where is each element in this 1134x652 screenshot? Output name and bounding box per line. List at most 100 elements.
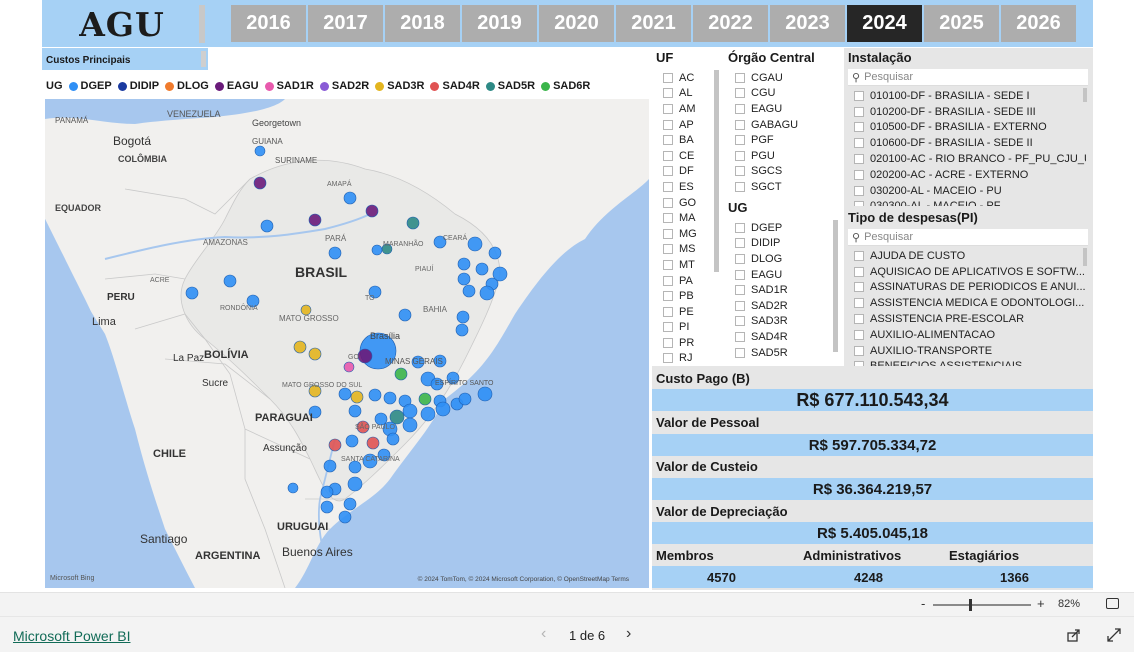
instalacao-scrollbar[interactable] [1083, 88, 1087, 102]
checkbox[interactable] [663, 259, 673, 270]
despesas-search[interactable]: ⚲ Pesquisar [848, 229, 1088, 246]
map-bubble[interactable] [338, 510, 352, 524]
map-bubble[interactable] [320, 500, 334, 514]
map-bubble[interactable] [383, 391, 397, 405]
checkbox[interactable] [663, 166, 673, 177]
checkbox[interactable] [663, 275, 673, 286]
despesas-option[interactable]: BENEFICIOS ASSISTENCIAIS [854, 359, 1086, 366]
legend-item-didip[interactable]: DIDIP [117, 80, 159, 92]
checkbox[interactable] [854, 298, 864, 309]
legend-item-dlog[interactable]: DLOG [165, 80, 209, 92]
checkbox[interactable] [735, 222, 745, 233]
checkbox[interactable] [854, 201, 864, 206]
instalacao-option[interactable]: 010600-DF - BRASILIA - SEDE II [854, 135, 1086, 151]
despesas-option[interactable]: AUXILIO-ALIMENTACAO [854, 327, 1086, 343]
ug-option[interactable]: SAD3R [735, 314, 788, 330]
year-button-2026[interactable]: 2026 [1001, 5, 1076, 42]
map-bubble[interactable] [462, 284, 476, 298]
map-bubble[interactable] [406, 216, 420, 230]
map-bubble[interactable] [308, 213, 322, 227]
ug-option[interactable]: SAD1R [735, 282, 788, 298]
checkbox[interactable] [735, 331, 745, 342]
instalacao-option[interactable]: 010100-DF - BRASILIA - SEDE I [854, 88, 1086, 104]
uf-option[interactable]: MS [663, 242, 697, 258]
year-button-2018[interactable]: 2018 [385, 5, 460, 42]
map-bubble[interactable] [455, 323, 469, 337]
map-bubble[interactable] [394, 367, 408, 381]
map-bubble[interactable] [343, 361, 355, 373]
map-bubble[interactable] [456, 310, 470, 324]
map-bubble[interactable] [343, 191, 357, 205]
map-bubble[interactable] [457, 272, 471, 286]
year-button-2020[interactable]: 2020 [539, 5, 614, 42]
ug-option[interactable]: SAD5R [735, 345, 788, 361]
map-canvas[interactable]: PANAMÁ VENEZUELA Georgetown GUIANA Bogotá COL… [45, 99, 649, 588]
legend-item-eagu[interactable]: EAGU [214, 80, 259, 92]
map-bubble[interactable] [185, 286, 199, 300]
uf-option[interactable]: AC [663, 70, 697, 86]
uf-scrollbar[interactable] [714, 70, 719, 272]
checkbox[interactable] [735, 103, 745, 114]
instalacao-option[interactable]: 030200-AL - MACEIO - PU [854, 183, 1086, 199]
year-button-2024[interactable]: 2024 [847, 5, 922, 42]
checkbox[interactable] [854, 250, 864, 261]
cost-type-scrollbar[interactable] [201, 51, 206, 67]
checkbox[interactable] [854, 90, 864, 101]
checkbox[interactable] [735, 166, 745, 177]
checkbox[interactable] [735, 135, 745, 146]
cost-type-dropdown[interactable]: Custos Principais [42, 48, 208, 70]
uf-option[interactable]: PB [663, 288, 697, 304]
despesas-option[interactable]: AJUDA DE CUSTO [854, 248, 1086, 264]
map-bubble[interactable] [223, 274, 237, 288]
orgao-option[interactable]: SGCT [735, 179, 798, 195]
prev-page-icon[interactable]: ‹ [541, 625, 546, 643]
checkbox[interactable] [663, 88, 673, 99]
zoom-out-button[interactable]: - [921, 596, 925, 611]
legend-item-sad4r[interactable]: SAD4R [430, 80, 480, 92]
orgao-option[interactable]: CGAU [735, 70, 798, 86]
orgao-option[interactable]: PGU [735, 148, 798, 164]
checkbox[interactable] [663, 197, 673, 208]
despesas-option[interactable]: ASSINATURAS DE PERIODICOS E ANUI... [854, 280, 1086, 296]
checkbox[interactable] [854, 314, 864, 325]
map-bubble[interactable] [371, 244, 383, 256]
map-bubble[interactable] [402, 403, 418, 419]
legend-item-dgep[interactable]: DGEP [68, 80, 112, 92]
checkbox[interactable] [735, 253, 745, 264]
year-button-2023[interactable]: 2023 [770, 5, 845, 42]
map-bubble[interactable] [435, 401, 451, 417]
year-button-2022[interactable]: 2022 [693, 5, 768, 42]
instalacao-option[interactable]: 020200-AC - ACRE - EXTERNO [854, 167, 1086, 183]
uf-option[interactable]: PR [663, 335, 697, 351]
orgao-option[interactable]: PGF [735, 132, 798, 148]
map-bubble[interactable] [457, 257, 471, 271]
uf-option[interactable]: RJ [663, 351, 697, 367]
checkbox[interactable] [854, 169, 864, 180]
checkbox[interactable] [663, 213, 673, 224]
map-bubble[interactable] [287, 482, 299, 494]
checkbox[interactable] [735, 72, 745, 83]
year-button-2021[interactable]: 2021 [616, 5, 691, 42]
legend-item-sad6r[interactable]: SAD6R [541, 80, 590, 92]
uf-option[interactable]: ES [663, 179, 697, 195]
map-bubble[interactable] [418, 392, 432, 406]
uf-option[interactable]: MG [663, 226, 697, 242]
despesas-option[interactable]: ASSISTENCIA PRE-ESCOLAR [854, 311, 1086, 327]
checkbox[interactable] [663, 322, 673, 333]
ug-option[interactable]: DLOG [735, 251, 788, 267]
map-bubble[interactable] [488, 246, 502, 260]
checkbox[interactable] [663, 72, 673, 83]
checkbox[interactable] [663, 150, 673, 161]
next-page-icon[interactable]: › [626, 625, 631, 643]
orgao-option[interactable]: SGCS [735, 164, 798, 180]
ug-option[interactable]: DIDIP [735, 236, 788, 252]
instalacao-option[interactable]: 020100-AC - RIO BRANCO - PF_PU_CJU_UEA [854, 151, 1086, 167]
despesas-option[interactable]: AUXILIO-TRANSPORTE [854, 343, 1086, 359]
map-bubble[interactable] [366, 436, 380, 450]
map-bubble[interactable] [293, 340, 307, 354]
map-bubble[interactable] [308, 347, 322, 361]
legend-item-sad2r[interactable]: SAD2R [319, 80, 369, 92]
checkbox[interactable] [735, 269, 745, 280]
checkbox[interactable] [663, 337, 673, 348]
instalacao-option[interactable]: 010500-DF - BRASILIA - EXTERNO [854, 120, 1086, 136]
